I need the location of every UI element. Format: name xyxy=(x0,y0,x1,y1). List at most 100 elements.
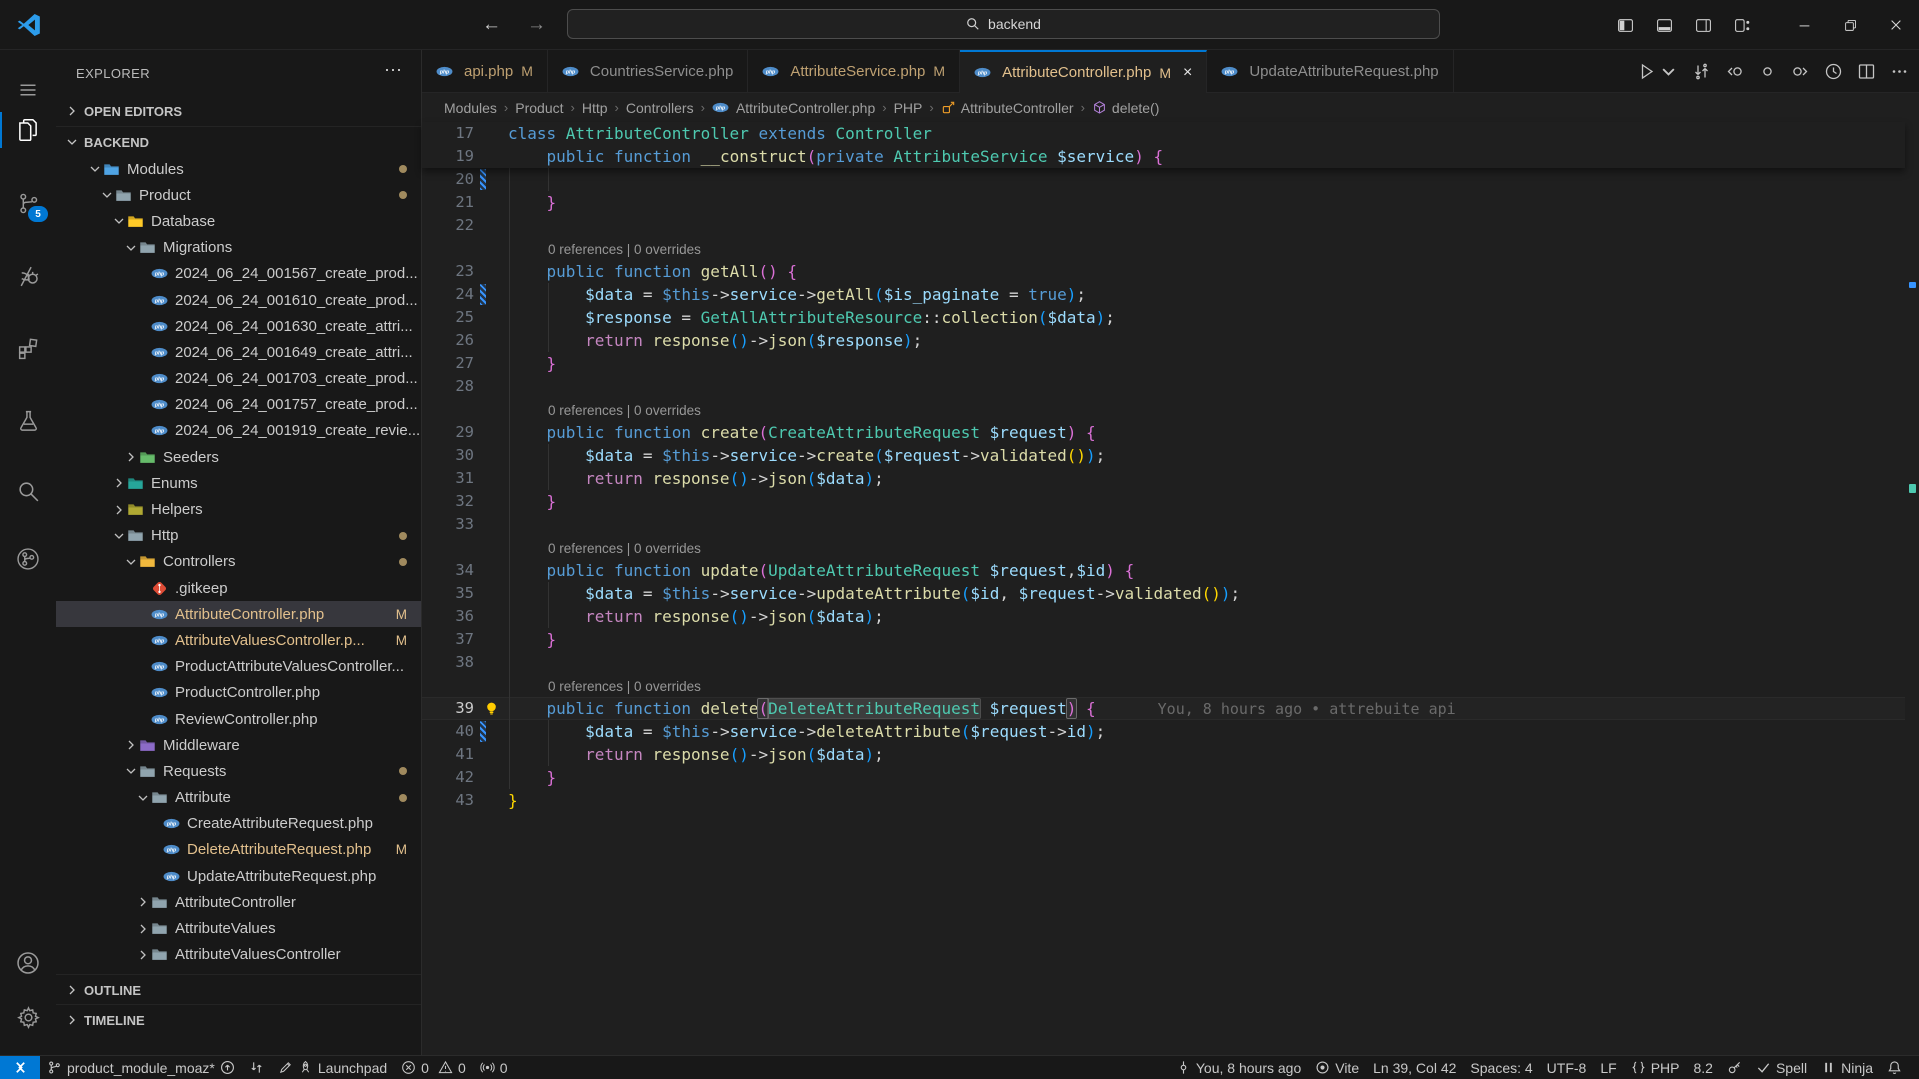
status-php-version[interactable]: 8.2 xyxy=(1686,1056,1719,1079)
status-indentation[interactable]: Spaces: 4 xyxy=(1463,1056,1539,1079)
activity-accounts-icon[interactable] xyxy=(0,939,56,987)
tree-item-AttributeValuesController[interactable]: AttributeValuesController xyxy=(56,942,421,968)
command-center-search[interactable]: backend xyxy=(567,9,1440,39)
status-gitlens-compare[interactable] xyxy=(242,1056,271,1079)
restore-button[interactable] xyxy=(1827,0,1873,50)
tree-item-Helpers[interactable]: Helpers xyxy=(56,496,421,522)
status-spell[interactable]: Spell xyxy=(1749,1056,1814,1079)
open-editors-section[interactable]: OPEN EDITORS xyxy=(56,96,421,126)
toggle-primary-sidebar-icon[interactable] xyxy=(1617,17,1634,34)
tree-item-2024_06_24_001757_create_prod...[interactable]: php2024_06_24_001757_create_prod... xyxy=(56,392,421,418)
tab-AttributeService.php[interactable]: phpAttributeService.phpM xyxy=(748,50,960,92)
lightbulb-icon[interactable] xyxy=(484,701,499,716)
breadcrumb-item-PHP[interactable]: PHP xyxy=(894,100,923,116)
tree-item-Requests[interactable]: Requests xyxy=(56,758,421,784)
tree-item-2024_06_24_001919_create_revie...[interactable]: php2024_06_24_001919_create_revie... xyxy=(56,418,421,444)
status-cursor-position[interactable]: Ln 39, Col 42 xyxy=(1366,1056,1463,1079)
tree-item-Attribute[interactable]: Attribute xyxy=(56,785,421,811)
close-icon[interactable]: × xyxy=(1183,64,1192,82)
codelens[interactable]: 0 references | 0 overrides xyxy=(422,237,1905,260)
editor-scrollbar[interactable] xyxy=(1905,122,1919,1055)
activity-source-control-icon[interactable]: 5 xyxy=(0,179,56,227)
tree-item-Controllers[interactable]: Controllers xyxy=(56,549,421,575)
next-change-icon[interactable] xyxy=(1791,62,1810,81)
activity-settings-icon[interactable] xyxy=(0,993,56,1041)
status-problems[interactable]: 00 xyxy=(394,1056,473,1079)
breadcrumb-item-Http[interactable]: Http xyxy=(582,100,608,116)
tree-item-AttributeController[interactable]: AttributeController xyxy=(56,889,421,915)
status-notifications[interactable] xyxy=(1880,1056,1909,1079)
tree-item-Http[interactable]: Http xyxy=(56,523,421,549)
tree-item-Migrations[interactable]: Migrations xyxy=(56,235,421,261)
remote-indicator[interactable] xyxy=(0,1056,40,1079)
status-git-branch[interactable]: product_module_moaz* xyxy=(40,1056,242,1079)
codelens[interactable]: 0 references | 0 overrides xyxy=(422,398,1905,421)
previous-change-icon[interactable] xyxy=(1725,62,1744,81)
tree-item-CreateAttributeRequest.php[interactable]: phpCreateAttributeRequest.php xyxy=(56,811,421,837)
status-launchpad[interactable]: Launchpad xyxy=(271,1056,394,1079)
tree-item-Seeders[interactable]: Seeders xyxy=(56,444,421,470)
tree-item-ProductAttributeValuesController...[interactable]: phpProductAttributeValuesController... xyxy=(56,654,421,680)
workspace-root-section[interactable]: BACKEND xyxy=(56,126,421,157)
views-and-more-actions-icon[interactable]: ⋯ xyxy=(384,60,403,81)
tree-item-Middleware[interactable]: Middleware xyxy=(56,732,421,758)
tree-item-AttributeValuesController.p...[interactable]: phpAttributeValuesController.p...M xyxy=(56,627,421,653)
timeline-section[interactable]: TIMELINE xyxy=(56,1004,421,1035)
code-editor[interactable]: 2021 }220 references | 0 overrides23 pub… xyxy=(422,122,1919,1055)
status-language-mode[interactable]: PHP xyxy=(1624,1056,1687,1079)
status-git-blame[interactable]: You, 8 hours ago xyxy=(1169,1056,1308,1079)
open-changes-icon[interactable] xyxy=(1692,62,1711,81)
tree-item-2024_06_24_001703_create_prod...[interactable]: php2024_06_24_001703_create_prod... xyxy=(56,366,421,392)
close-button[interactable] xyxy=(1873,0,1919,50)
timeline-icon[interactable] xyxy=(1824,62,1843,81)
split-editor-icon[interactable] xyxy=(1857,62,1876,81)
tab-UpdateAttributeRequest.php[interactable]: phpUpdateAttributeRequest.php xyxy=(1207,50,1453,92)
go-back-icon[interactable]: ← xyxy=(482,14,501,36)
codelens[interactable]: 0 references | 0 overrides xyxy=(422,674,1905,697)
activity-run-debug-icon[interactable] xyxy=(0,252,56,300)
status-vite[interactable]: Vite xyxy=(1308,1056,1366,1079)
run-icon[interactable] xyxy=(1638,62,1678,81)
tree-item-.gitkeep[interactable]: .gitkeep xyxy=(56,575,421,601)
tree-item-2024_06_24_001649_create_attri...[interactable]: php2024_06_24_001649_create_attri... xyxy=(56,339,421,365)
tree-item-2024_06_24_001610_create_prod...[interactable]: php2024_06_24_001610_create_prod... xyxy=(56,287,421,313)
tree-item-Database[interactable]: Database xyxy=(56,208,421,234)
tree-item-Modules[interactable]: Modules xyxy=(56,156,421,182)
breadcrumb-item-AttributeController[interactable]: AttributeController xyxy=(941,100,1074,116)
tree-item-2024_06_24_001630_create_attri...[interactable]: php2024_06_24_001630_create_attri... xyxy=(56,313,421,339)
tree-item-2024_06_24_001567_create_prod...[interactable]: php2024_06_24_001567_create_prod... xyxy=(56,261,421,287)
tree-item-UpdateAttributeRequest.php[interactable]: phpUpdateAttributeRequest.php xyxy=(56,863,421,889)
status-ports[interactable]: 0 xyxy=(473,1056,515,1079)
status-keybindings[interactable] xyxy=(1720,1056,1749,1079)
toggle-panel-icon[interactable] xyxy=(1656,17,1673,34)
codelens[interactable]: 0 references | 0 overrides xyxy=(422,536,1905,559)
tree-item-ReviewController.php[interactable]: phpReviewController.php xyxy=(56,706,421,732)
activity-gitlens-icon[interactable] xyxy=(0,535,56,583)
tab-api.php[interactable]: phpapi.phpM xyxy=(422,50,548,92)
tab-AttributeController.php[interactable]: phpAttributeController.phpM× xyxy=(960,50,1207,93)
tree-item-DeleteAttributeRequest.php[interactable]: phpDeleteAttributeRequest.phpM xyxy=(56,837,421,863)
toggle-secondary-sidebar-icon[interactable] xyxy=(1695,17,1712,34)
activity-explorer-icon[interactable] xyxy=(0,106,56,154)
status-ninja[interactable]: Ninja xyxy=(1814,1056,1880,1079)
go-forward-icon[interactable]: → xyxy=(527,14,546,36)
breadcrumb-item-Modules[interactable]: Modules xyxy=(444,100,497,116)
tab-CountriesService.php[interactable]: phpCountriesService.php xyxy=(548,50,748,92)
activity-search-icon[interactable] xyxy=(0,467,56,515)
status-eol[interactable]: LF xyxy=(1593,1056,1623,1079)
status-encoding[interactable]: UTF-8 xyxy=(1540,1056,1594,1079)
more-actions-icon[interactable] xyxy=(1890,62,1909,81)
change-dot-icon[interactable] xyxy=(1758,62,1777,81)
breadcrumb-item-AttributeController.php[interactable]: phpAttributeController.php xyxy=(712,99,875,116)
outline-section[interactable]: OUTLINE xyxy=(56,974,421,1005)
customize-layout-icon[interactable] xyxy=(1734,17,1751,34)
minimize-button[interactable] xyxy=(1781,0,1827,50)
breadcrumb-item-Controllers[interactable]: Controllers xyxy=(626,100,694,116)
activity-extensions-icon[interactable] xyxy=(0,324,56,372)
tree-item-Product[interactable]: Product xyxy=(56,182,421,208)
tree-item-Enums[interactable]: Enums xyxy=(56,470,421,496)
tree-item-AttributeValues[interactable]: AttributeValues xyxy=(56,915,421,941)
breadcrumb-item-Product[interactable]: Product xyxy=(515,100,563,116)
tree-item-ProductController.php[interactable]: phpProductController.php xyxy=(56,680,421,706)
activity-testing-icon[interactable] xyxy=(0,396,56,444)
